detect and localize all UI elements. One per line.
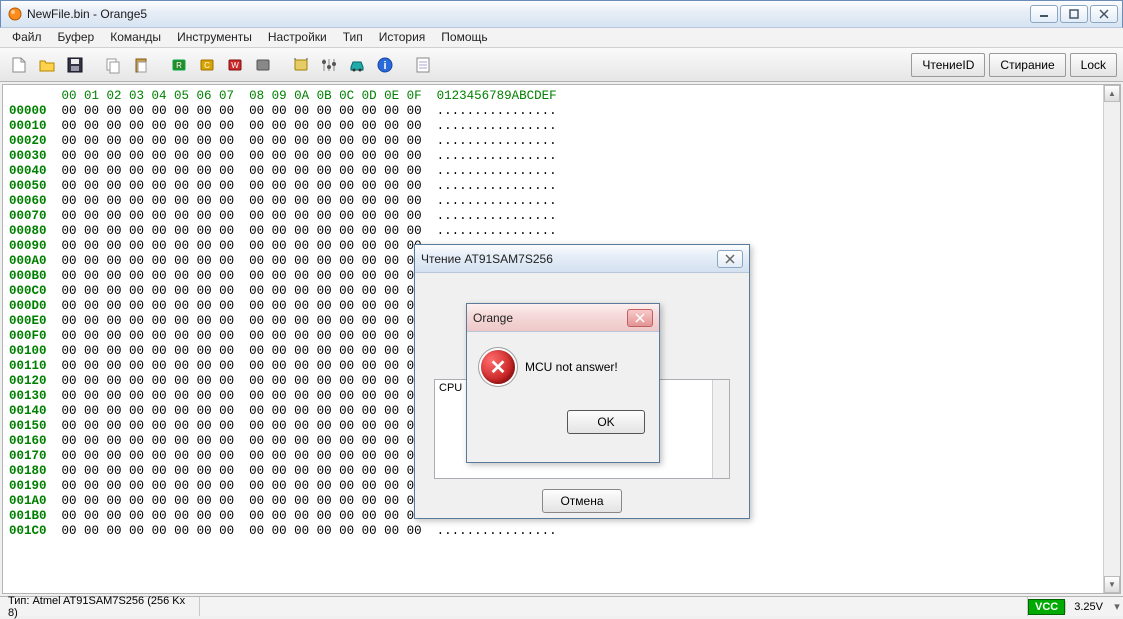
error-message: MCU not answer!	[525, 360, 618, 374]
dialog-read-title: Чтение AT91SAM7S256	[421, 252, 717, 266]
svg-text:W: W	[231, 61, 239, 70]
menu-settings[interactable]: Настройки	[260, 28, 335, 47]
sliders-icon[interactable]	[316, 52, 342, 78]
toolbar: R C W i ЧтениеID Стирание Lock	[0, 48, 1123, 82]
window-titlebar: NewFile.bin - Orange5	[0, 0, 1123, 28]
menu-commands[interactable]: Команды	[102, 28, 169, 47]
window-title: NewFile.bin - Orange5	[27, 7, 1030, 21]
dialog-error-title: Orange	[473, 311, 627, 325]
doc-icon[interactable]	[410, 52, 436, 78]
info-icon[interactable]: i	[372, 52, 398, 78]
menu-type[interactable]: Тип	[335, 28, 371, 47]
save-icon[interactable]	[62, 52, 88, 78]
app-icon	[7, 6, 23, 22]
chip-config-icon[interactable]	[288, 52, 314, 78]
dialog-read-titlebar[interactable]: Чтение AT91SAM7S256	[415, 245, 749, 273]
voltage-readout: 3.25V	[1065, 601, 1111, 613]
copy-icon[interactable]	[100, 52, 126, 78]
svg-text:C: C	[204, 61, 210, 70]
maximize-button[interactable]	[1060, 5, 1088, 23]
dialog-error-titlebar[interactable]: Orange	[467, 304, 659, 332]
read-id-button[interactable]: ЧтениеID	[911, 53, 985, 77]
dialog-error-close-icon[interactable]	[627, 309, 653, 327]
dialog-error: Orange ✕ MCU not answer! OK	[466, 303, 660, 463]
open-icon[interactable]	[34, 52, 60, 78]
close-button[interactable]	[1090, 5, 1118, 23]
statusbar: Тип: Atmel AT91SAM7S256 (256 Kx 8) VCC 3…	[0, 596, 1123, 616]
menu-tools[interactable]: Инструменты	[169, 28, 260, 47]
cancel-button[interactable]: Отмена	[542, 489, 622, 513]
menu-help[interactable]: Помощь	[433, 28, 495, 47]
chip-write-icon[interactable]: W	[222, 52, 248, 78]
dialog-read-close-icon[interactable]	[717, 250, 743, 268]
chip-compare-icon[interactable]: C	[194, 52, 220, 78]
status-type: Тип: Atmel AT91SAM7S256 (256 Kx 8)	[0, 597, 200, 616]
car-icon[interactable]	[344, 52, 370, 78]
svg-text:R: R	[176, 61, 182, 70]
new-file-icon[interactable]	[6, 52, 32, 78]
minimize-button[interactable]	[1030, 5, 1058, 23]
menu-buffer[interactable]: Буфер	[50, 28, 103, 47]
lock-button[interactable]: Lock	[1070, 53, 1117, 77]
menu-file[interactable]: Файл	[4, 28, 50, 47]
ok-button[interactable]: OK	[567, 410, 645, 434]
svg-text:i: i	[383, 60, 386, 72]
vertical-scrollbar[interactable]: ▲ ▼	[1103, 85, 1120, 593]
menu-history[interactable]: История	[371, 28, 434, 47]
vcc-badge: VCC	[1028, 599, 1065, 615]
menubar: Файл Буфер Команды Инструменты Настройки…	[0, 28, 1123, 48]
voltage-dropdown-icon[interactable]: ▾	[1111, 600, 1123, 613]
chip-read-icon[interactable]: R	[166, 52, 192, 78]
chip-erase-icon[interactable]	[250, 52, 276, 78]
erase-button[interactable]: Стирание	[989, 53, 1065, 77]
error-icon: ✕	[481, 350, 515, 384]
paste-icon[interactable]	[128, 52, 154, 78]
